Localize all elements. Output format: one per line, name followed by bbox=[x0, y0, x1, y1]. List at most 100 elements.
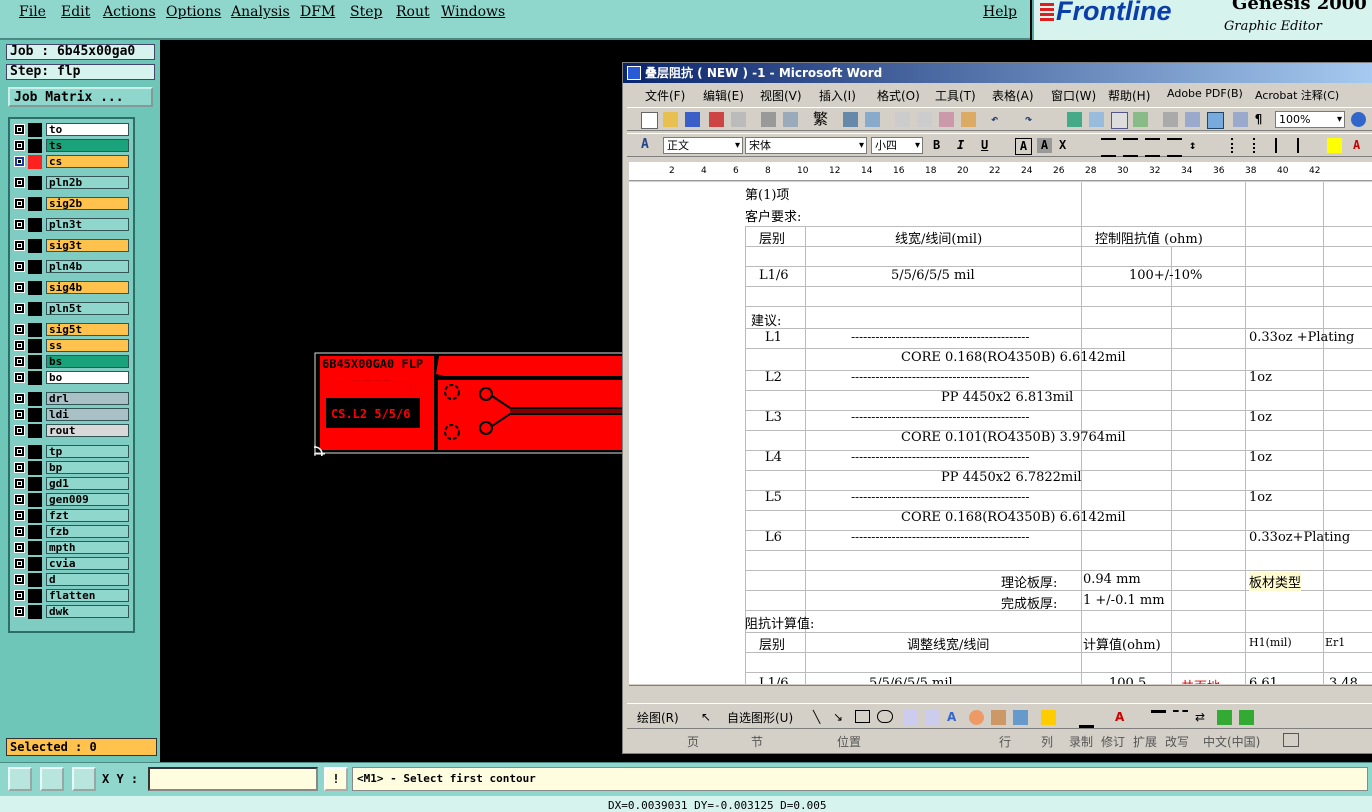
insert-excel-icon[interactable] bbox=[1133, 112, 1148, 127]
dash-style-icon[interactable] bbox=[1173, 710, 1188, 727]
layer-checkbox[interactable] bbox=[14, 494, 25, 505]
layer-checkbox[interactable] bbox=[14, 124, 25, 135]
layer-name[interactable]: cs bbox=[46, 155, 129, 168]
layer-checkbox[interactable] bbox=[14, 140, 25, 151]
new-doc-icon[interactable] bbox=[641, 112, 658, 129]
layer-row-gd1[interactable]: gd1 bbox=[12, 477, 129, 491]
font-select[interactable]: 宋体 bbox=[745, 137, 867, 154]
vertical-textbox-icon[interactable] bbox=[925, 710, 940, 725]
word-help-icon[interactable] bbox=[1351, 112, 1366, 127]
decrease-indent-icon[interactable] bbox=[1275, 138, 1292, 153]
spelling-status-icon[interactable] bbox=[1283, 733, 1299, 747]
oval-icon[interactable] bbox=[877, 710, 893, 723]
diagram-icon[interactable] bbox=[969, 710, 984, 725]
layer-checkbox[interactable] bbox=[14, 303, 25, 314]
layer-checkbox[interactable] bbox=[14, 542, 25, 553]
layer-color-swatch[interactable] bbox=[28, 589, 42, 603]
word-menu-table[interactable]: 表格(A) bbox=[992, 87, 1034, 104]
bold-icon[interactable]: B bbox=[933, 138, 948, 153]
layer-name[interactable]: bo bbox=[46, 371, 129, 384]
layer-checkbox[interactable] bbox=[14, 425, 25, 436]
layer-name[interactable]: to bbox=[46, 123, 129, 136]
align-center-icon[interactable] bbox=[1123, 138, 1138, 157]
line-style-icon[interactable] bbox=[1151, 710, 1166, 728]
layer-checkbox[interactable] bbox=[14, 282, 25, 293]
copy-icon[interactable] bbox=[917, 112, 932, 127]
word-menu-window[interactable]: 窗口(W) bbox=[1051, 87, 1096, 104]
select-objects-icon[interactable]: ↖ bbox=[701, 710, 716, 725]
word-menu-view[interactable]: 视图(V) bbox=[760, 87, 802, 104]
layer-checkbox[interactable] bbox=[14, 156, 25, 167]
line-spacing-icon[interactable]: ↕ bbox=[1189, 138, 1204, 153]
word-menu-insert[interactable]: 插入(I) bbox=[819, 87, 856, 104]
autoshapes-menu[interactable]: 自选图形(U) bbox=[727, 709, 793, 726]
measure-icon[interactable] bbox=[40, 767, 64, 791]
columns-icon[interactable] bbox=[1163, 112, 1178, 127]
layer-checkbox[interactable] bbox=[14, 558, 25, 569]
permission-icon[interactable] bbox=[709, 112, 724, 127]
layer-row-bs[interactable]: bs bbox=[12, 355, 129, 369]
textbox-icon[interactable] bbox=[903, 710, 918, 725]
document-area[interactable]: 第(1)项 客户要求: 层别 线宽/线间(mil) 控制阻抗值 (ohm) L1/6 5/5… bbox=[629, 182, 1372, 684]
layer-color-swatch[interactable] bbox=[28, 408, 42, 422]
layer-color-swatch[interactable] bbox=[28, 557, 42, 571]
layer-name[interactable]: ss bbox=[46, 339, 129, 352]
layer-row-pln5t[interactable]: pln5t bbox=[12, 302, 129, 316]
layer-row-cvia[interactable]: cvia bbox=[12, 557, 129, 571]
wordart-icon[interactable]: A bbox=[947, 710, 962, 725]
menu-step[interactable]: Step bbox=[350, 4, 382, 20]
layer-name[interactable]: pln5t bbox=[46, 302, 129, 315]
format-painter-icon[interactable] bbox=[961, 112, 976, 127]
draw-font-color-icon[interactable]: A bbox=[1115, 710, 1130, 725]
layer-name[interactable]: mpth bbox=[46, 541, 129, 554]
preview-icon[interactable] bbox=[783, 112, 798, 127]
menu-help[interactable]: Help bbox=[983, 4, 1017, 20]
layer-row-ss[interactable]: ss bbox=[12, 339, 129, 353]
menu-windows[interactable]: Windows bbox=[441, 4, 505, 20]
char-scale-icon[interactable]: X bbox=[1059, 138, 1074, 153]
word-menu-help[interactable]: 帮助(H) bbox=[1108, 87, 1150, 104]
document-map-icon[interactable] bbox=[1207, 112, 1224, 129]
layer-row-bp[interactable]: bp bbox=[12, 461, 129, 475]
layer-name[interactable]: ldi bbox=[46, 408, 129, 421]
layer-name[interactable]: d bbox=[46, 573, 129, 586]
layer-name[interactable]: fzb bbox=[46, 525, 129, 538]
clipart-icon[interactable] bbox=[991, 710, 1006, 725]
layer-row-fzb[interactable]: fzb bbox=[12, 525, 129, 539]
layer-row-tp[interactable]: tp bbox=[12, 445, 129, 459]
layer-color-swatch[interactable] bbox=[28, 477, 42, 491]
styles-pane-icon[interactable]: A bbox=[641, 138, 656, 153]
redo-icon[interactable]: ↷ bbox=[1025, 112, 1040, 127]
layer-name[interactable]: pln4b bbox=[46, 260, 129, 273]
layer-color-swatch[interactable] bbox=[28, 461, 42, 475]
word-titlebar[interactable]: 叠层阻抗 ( NEW ) -1 - Microsoft Word bbox=[623, 63, 1372, 83]
layer-color-swatch[interactable] bbox=[28, 139, 42, 153]
word-menu-file[interactable]: 文件(F) bbox=[645, 87, 685, 104]
layer-color-swatch[interactable] bbox=[28, 573, 42, 587]
layer-row-gen009[interactable]: gen009 bbox=[12, 493, 129, 507]
job-matrix-button[interactable]: Job Matrix ... bbox=[8, 87, 153, 107]
layer-color-swatch[interactable] bbox=[28, 541, 42, 555]
shadow-icon[interactable] bbox=[1217, 710, 1232, 725]
paste-icon[interactable] bbox=[939, 112, 954, 127]
layer-name[interactable]: dwk bbox=[46, 605, 129, 618]
layer-checkbox[interactable] bbox=[14, 478, 25, 489]
numbering-icon[interactable] bbox=[1231, 138, 1248, 153]
layer-checkbox[interactable] bbox=[14, 177, 25, 188]
status-track[interactable]: 修订 bbox=[1101, 733, 1125, 750]
layer-color-swatch[interactable] bbox=[28, 493, 42, 507]
layer-color-swatch[interactable] bbox=[28, 281, 42, 295]
zoom-area-icon[interactable] bbox=[8, 767, 32, 791]
layer-row-pln2b[interactable]: pln2b bbox=[12, 176, 129, 190]
italic-icon[interactable]: I bbox=[957, 138, 972, 153]
layer-color-swatch[interactable] bbox=[28, 323, 42, 337]
layer-color-swatch[interactable] bbox=[28, 239, 42, 253]
zoom-select[interactable]: 100% bbox=[1275, 111, 1345, 128]
layer-row-flatten[interactable]: flatten bbox=[12, 589, 129, 603]
layer-name[interactable]: ts bbox=[46, 139, 129, 152]
layer-name[interactable]: sig4b bbox=[46, 281, 129, 294]
layer-row-bo[interactable]: bo bbox=[12, 371, 129, 385]
layer-color-swatch[interactable] bbox=[28, 260, 42, 274]
layer-name[interactable]: tp bbox=[46, 445, 129, 458]
layer-row-ts[interactable]: ts bbox=[12, 139, 129, 153]
